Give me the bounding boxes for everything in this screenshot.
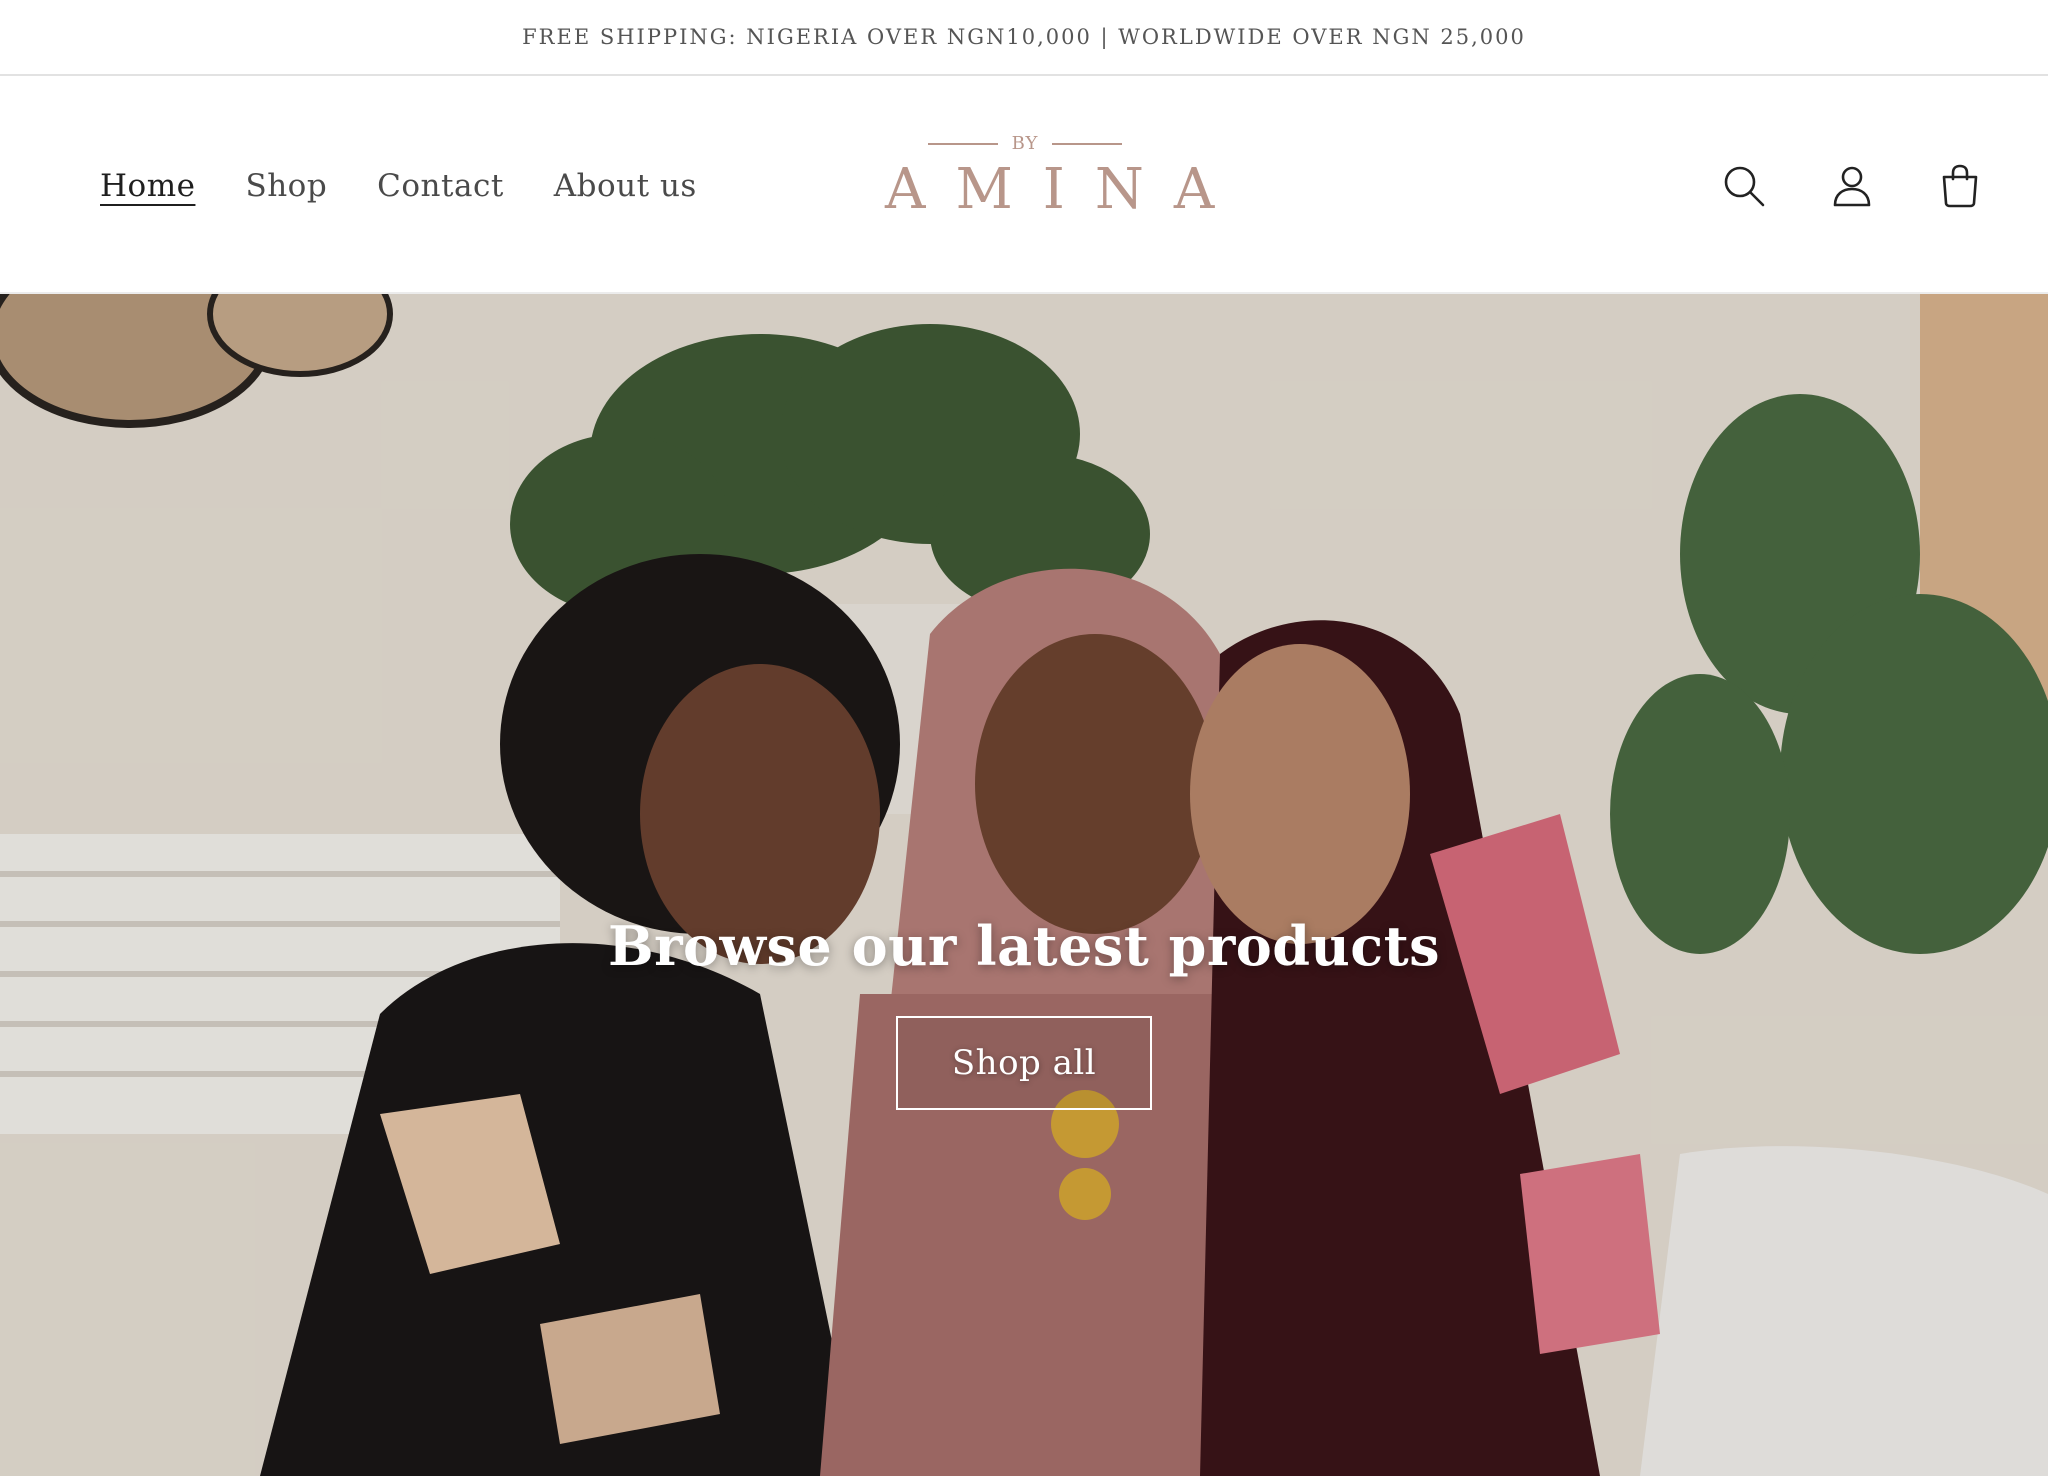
shop-all-button[interactable]: Shop all — [896, 1016, 1152, 1110]
announcement-text: FREE SHIPPING: NIGERIA OVER NGN10,000 | … — [522, 25, 1526, 49]
logo-rule-right — [1052, 142, 1123, 145]
logo-rule-left — [927, 142, 998, 145]
account-button[interactable] — [1824, 158, 1880, 214]
logo-wordmark: AMINA — [885, 157, 1245, 222]
nav-shop-link[interactable]: Shop — [245, 168, 327, 204]
main-nav: Home Shop Contact About us — [100, 78, 697, 294]
brand-logo[interactable]: BY AMINA — [855, 133, 1245, 243]
nav-contact-link[interactable]: Contact — [377, 168, 504, 204]
hero-banner: Browse our latest products Shop all — [0, 294, 2048, 1476]
logo-by-text: BY — [1011, 133, 1039, 154]
search-button[interactable] — [1716, 158, 1772, 214]
announcement-bar: FREE SHIPPING: NIGERIA OVER NGN10,000 | … — [0, 0, 2048, 76]
logo-by-line: BY — [855, 133, 1195, 154]
search-icon — [1724, 166, 1765, 207]
cart-button[interactable] — [1932, 158, 1988, 214]
hero-content: Browse our latest products Shop all — [0, 294, 2048, 1476]
nav-about-link[interactable]: About us — [554, 168, 697, 204]
nav-home-link[interactable]: Home — [100, 168, 195, 204]
header-icons — [1716, 78, 1988, 294]
cart-icon — [1942, 164, 1978, 208]
account-icon — [1833, 166, 1871, 207]
hero-title: Browse our latest products — [607, 914, 1441, 978]
site-header: Home Shop Contact About us BY AMINA — [0, 78, 2048, 294]
